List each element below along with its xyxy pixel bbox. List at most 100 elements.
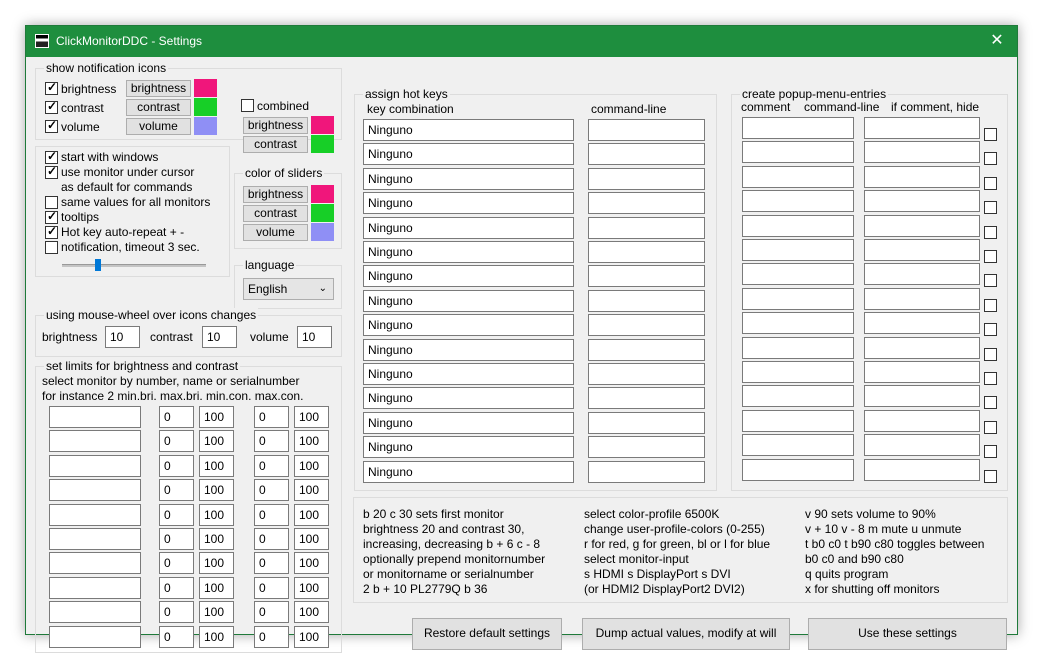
notify-volume-checkbox[interactable] <box>45 118 58 133</box>
option-2-checkbox[interactable] <box>45 196 58 209</box>
notify-brightness-checkbox[interactable] <box>45 80 58 95</box>
limits-min-con-input[interactable]: 0 <box>254 576 289 599</box>
popup-hide-checkbox[interactable] <box>984 152 997 166</box>
limits-min-bri-input[interactable]: 0 <box>159 601 194 624</box>
wheel-contrast-input[interactable]: 10 <box>202 326 237 348</box>
popup-comment-input[interactable] <box>742 312 854 335</box>
limits-min-bri-input[interactable]: 0 <box>159 454 194 477</box>
restore-defaults-button[interactable]: Restore default settings <box>412 618 562 650</box>
hotkey-command-input[interactable] <box>588 387 705 410</box>
hotkey-combination-input[interactable]: Ninguno <box>363 265 574 288</box>
limits-max-con-input[interactable]: 100 <box>294 503 329 526</box>
close-icon[interactable]: ✕ <box>987 31 1007 51</box>
limits-max-con-input[interactable]: 100 <box>294 625 329 648</box>
popup-comment-input[interactable] <box>742 458 854 481</box>
popup-comment-input[interactable] <box>742 263 854 286</box>
limits-monitor-input[interactable] <box>49 454 141 477</box>
combined-checkbox[interactable] <box>241 99 254 112</box>
popup-hide-checkbox[interactable] <box>984 274 997 288</box>
title-bar[interactable]: ClickMonitorDDC - Settings ✕ <box>26 26 1017 57</box>
limits-min-bri-input[interactable]: 0 <box>159 576 194 599</box>
popup-hide-checkbox[interactable] <box>984 250 997 263</box>
slider-color-brightness-swatch[interactable] <box>311 185 334 203</box>
hotkey-combination-input[interactable]: Ninguno <box>363 216 574 239</box>
limits-min-con-input[interactable]: 0 <box>254 601 289 624</box>
hotkey-command-input[interactable] <box>588 411 705 434</box>
wheel-brightness-input[interactable]: 10 <box>105 326 140 348</box>
popup-comment-input[interactable] <box>742 214 854 237</box>
language-select[interactable]: English ⌄ <box>243 278 334 300</box>
option-0-checkbox[interactable] <box>45 149 58 164</box>
limits-max-bri-input[interactable]: 100 <box>199 406 234 428</box>
notify-contrast-checkbox[interactable] <box>45 99 58 114</box>
option-1-checkbox[interactable] <box>45 164 58 179</box>
notify-contrast-button[interactable]: contrast <box>126 99 191 116</box>
limits-max-con-input[interactable]: 100 <box>294 576 329 599</box>
popup-hide-checkbox[interactable] <box>984 372 997 385</box>
limits-max-con-input[interactable]: 100 <box>294 430 329 453</box>
slider-color-volume-button[interactable]: volume <box>243 224 308 241</box>
popup-command-input[interactable] <box>864 165 980 188</box>
hotkey-command-input[interactable] <box>588 265 705 288</box>
hotkey-combination-input[interactable]: Ninguno <box>363 363 574 385</box>
limits-min-bri-input[interactable]: 0 <box>159 406 194 428</box>
hotkey-combination-input[interactable]: Ninguno <box>363 167 574 190</box>
combined-brightness-button[interactable]: brightness <box>243 117 308 134</box>
popup-comment-input[interactable] <box>742 361 854 383</box>
popup-hide-checkbox[interactable] <box>984 323 997 337</box>
wheel-volume-input[interactable]: 10 <box>297 326 332 348</box>
notify-brightness-button[interactable]: brightness <box>126 80 191 97</box>
hotkey-combination-input[interactable]: Ninguno <box>363 143 574 166</box>
limits-max-con-input[interactable]: 100 <box>294 406 329 428</box>
popup-hide-checkbox[interactable] <box>984 298 997 312</box>
limits-min-con-input[interactable]: 0 <box>254 430 289 453</box>
limits-max-con-input[interactable]: 100 <box>294 552 329 575</box>
slider-color-contrast-swatch[interactable] <box>311 204 334 222</box>
limits-monitor-input[interactable] <box>49 430 141 453</box>
hotkey-combination-input[interactable]: Ninguno <box>363 289 574 312</box>
limits-monitor-input[interactable] <box>49 503 141 526</box>
popup-comment-input[interactable] <box>742 190 854 213</box>
popup-hide-checkbox[interactable] <box>984 445 997 459</box>
limits-max-con-input[interactable]: 100 <box>294 479 329 502</box>
hotkey-combination-input[interactable]: Ninguno <box>363 436 574 459</box>
popup-command-input[interactable] <box>864 117 980 139</box>
limits-monitor-input[interactable] <box>49 601 141 624</box>
dump-values-button[interactable]: Dump actual values, modify at will <box>582 618 790 650</box>
notify-volume-button[interactable]: volume <box>126 118 191 135</box>
limits-monitor-input[interactable] <box>49 552 141 575</box>
popup-command-input[interactable] <box>864 214 980 237</box>
limits-max-bri-input[interactable]: 100 <box>199 430 234 453</box>
popup-command-input[interactable] <box>864 190 980 213</box>
limits-max-con-input[interactable]: 100 <box>294 454 329 477</box>
limits-max-bri-input[interactable]: 100 <box>199 625 234 648</box>
hotkey-combination-input[interactable]: Ninguno <box>363 411 574 434</box>
hotkey-command-input[interactable] <box>588 241 705 263</box>
hotkey-combination-input[interactable]: Ninguno <box>363 119 574 141</box>
limits-monitor-input[interactable] <box>49 406 141 428</box>
popup-command-input[interactable] <box>864 312 980 335</box>
combined-contrast-color-swatch[interactable] <box>311 135 334 153</box>
popup-command-input[interactable] <box>864 434 980 457</box>
popup-command-input[interactable] <box>864 287 980 310</box>
popup-comment-input[interactable] <box>742 141 854 164</box>
limits-min-bri-input[interactable]: 0 <box>159 430 194 453</box>
hotkey-combination-input[interactable]: Ninguno <box>363 241 574 263</box>
limits-min-con-input[interactable]: 0 <box>254 479 289 502</box>
popup-comment-input[interactable] <box>742 409 854 432</box>
limits-monitor-input[interactable] <box>49 576 141 599</box>
hotkey-combination-input[interactable]: Ninguno <box>363 387 574 410</box>
combined-contrast-button[interactable]: contrast <box>243 136 308 153</box>
notify-volume-color-swatch[interactable] <box>194 117 217 135</box>
limits-min-con-input[interactable]: 0 <box>254 528 289 550</box>
limits-monitor-input[interactable] <box>49 625 141 648</box>
combined-brightness-color-swatch[interactable] <box>311 116 334 134</box>
popup-command-input[interactable] <box>864 361 980 383</box>
popup-command-input[interactable] <box>864 409 980 432</box>
limits-min-bri-input[interactable]: 0 <box>159 625 194 648</box>
slider-color-contrast-button[interactable]: contrast <box>243 205 308 222</box>
popup-comment-input[interactable] <box>742 336 854 359</box>
option-3-checkbox[interactable] <box>45 209 58 224</box>
limits-min-con-input[interactable]: 0 <box>254 406 289 428</box>
hotkey-command-input[interactable] <box>588 436 705 459</box>
